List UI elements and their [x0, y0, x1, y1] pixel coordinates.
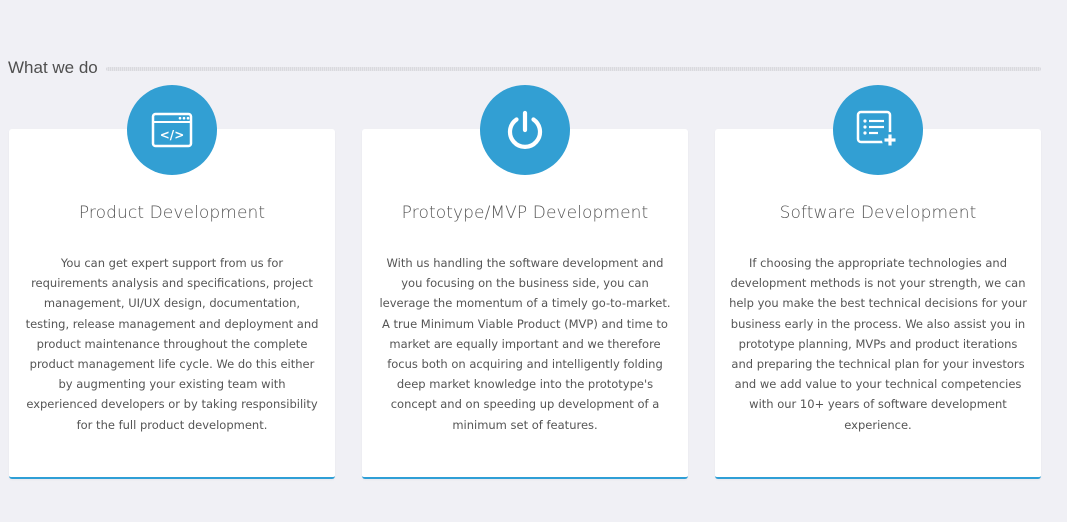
card-description: If choosing the appropriate technologies…	[729, 256, 1027, 432]
power-icon	[480, 85, 570, 175]
section-header: What we do	[8, 56, 1041, 80]
list-add-icon	[833, 85, 923, 175]
section-title: What we do	[8, 58, 98, 77]
service-card-software-development: Software Development If choosing the app…	[715, 85, 1041, 479]
card-title: Software Development	[779, 203, 977, 223]
card-title: Prototype/MVP Development	[401, 203, 649, 223]
card-description: You can get expert support from us for r…	[25, 256, 319, 432]
service-card-prototype-mvp-development: Prototype/MVP Development With us handli…	[362, 85, 688, 479]
service-card-product-development: </> Product Development You can get expe…	[9, 85, 335, 479]
card-title: Product Development	[78, 203, 266, 223]
code-window-icon: </>	[127, 85, 217, 175]
section-divider	[105, 67, 1041, 71]
svg-text:</>: </>	[160, 128, 185, 142]
card-description: With us handling the software developmen…	[379, 256, 671, 432]
